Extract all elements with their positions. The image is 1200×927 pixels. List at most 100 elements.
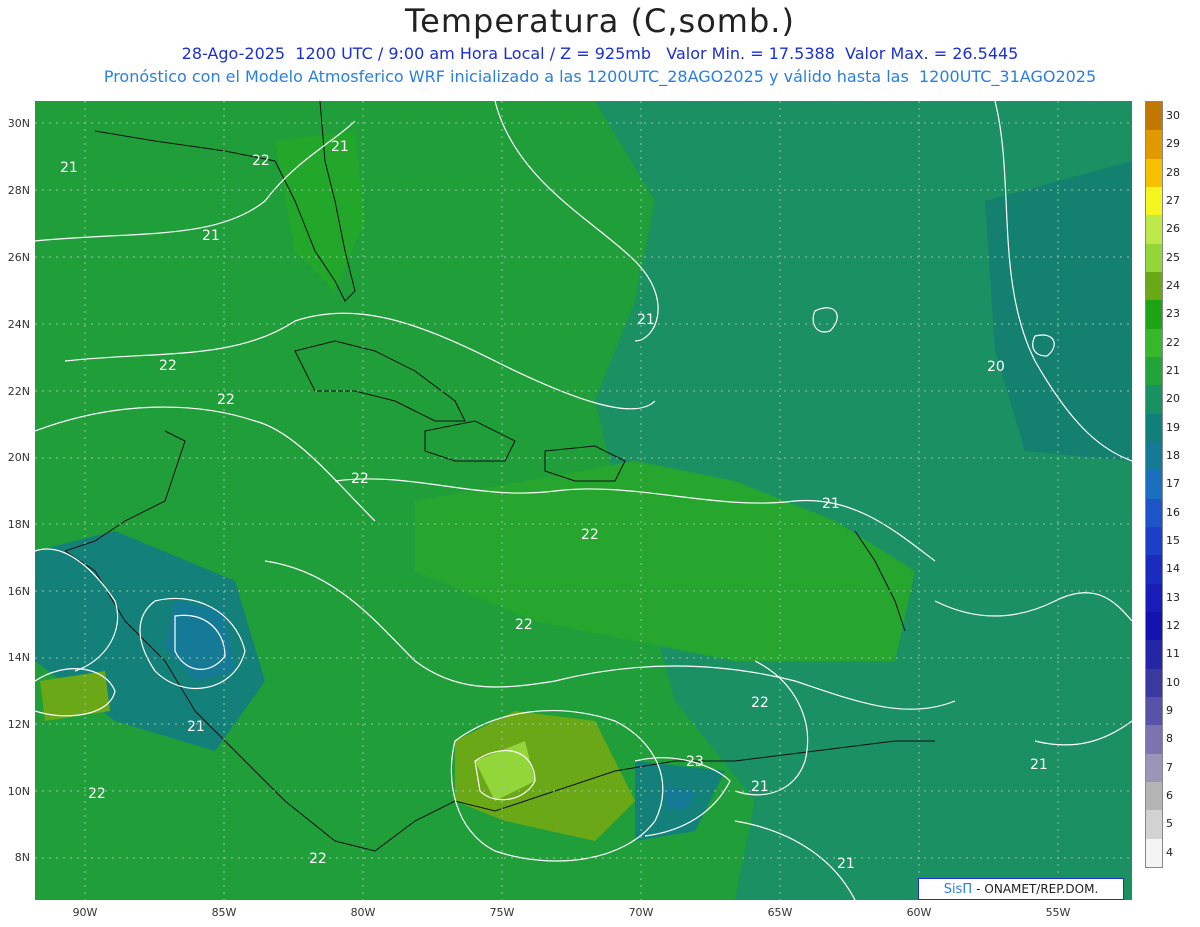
colorbar-swatch — [1146, 385, 1162, 414]
colorbar-swatch — [1146, 470, 1162, 499]
colorbar-swatch — [1146, 215, 1162, 244]
colorbar-swatch — [1146, 753, 1162, 782]
colorbar-swatch — [1146, 611, 1162, 641]
colorbar-label: 10 — [1166, 675, 1180, 689]
contour-label: 22 — [88, 786, 106, 802]
lat-label: 30N — [7, 117, 30, 130]
colorbar-swatch — [1146, 328, 1162, 357]
contour-label: 21 — [187, 719, 205, 735]
contour-label: 22 — [581, 527, 599, 543]
sispi-logo-text: SisΠ — [943, 882, 973, 897]
colorbar-label: 14 — [1166, 562, 1180, 576]
lon-label: 75W — [489, 906, 515, 919]
colorbar-label: 19 — [1166, 420, 1180, 434]
contour-label: 22 — [351, 471, 369, 487]
credit-box: SisΠ - ONAMET/REP.DOM. — [918, 878, 1124, 900]
colorbar-swatch — [1146, 810, 1162, 839]
lat-label: 12N — [7, 718, 30, 731]
colorbar-swatch — [1146, 186, 1162, 216]
map-title: Temperatura (C,somb.) — [405, 2, 795, 40]
colorbar-label: 7 — [1166, 760, 1173, 774]
colorbar-label: 12 — [1166, 618, 1180, 632]
contour-label: 21 — [60, 160, 78, 176]
colorbar-label: 16 — [1166, 505, 1180, 519]
colorbar-label: 4 — [1166, 845, 1173, 859]
colombia-warm — [455, 711, 635, 841]
colorbar-swatch — [1146, 243, 1162, 272]
lon-label: 80W — [350, 906, 376, 919]
lon-label: 55W — [1045, 906, 1071, 919]
subtitle-line-1: 28-Ago-2025 1200 UTC / 9:00 am Hora Loca… — [181, 44, 1019, 63]
colorbar-swatch — [1146, 668, 1162, 697]
subtitle-line-2: Pronóstico con el Modelo Atmosferico WRF… — [103, 67, 1097, 86]
colorbar-label: 24 — [1166, 278, 1180, 292]
colorbar-label: 6 — [1166, 788, 1173, 802]
colorbar-label: 23 — [1166, 307, 1180, 321]
colorbar-swatch — [1146, 130, 1162, 159]
contour-label: 23 — [686, 754, 704, 770]
lon-label: 60W — [906, 906, 932, 919]
colorbar-swatch — [1146, 271, 1162, 301]
colorbar-swatch — [1146, 696, 1162, 726]
colorbar-swatch — [1146, 498, 1162, 527]
colorbar-label: 13 — [1166, 590, 1180, 604]
lon-label: 90W — [72, 906, 98, 919]
contour-label: 21 — [637, 312, 655, 328]
lon-label: 70W — [628, 906, 654, 919]
lat-label: 8N — [14, 851, 30, 864]
colorbar-label: 26 — [1166, 222, 1180, 236]
contour-label: 22 — [515, 617, 533, 633]
colorbar-label: 28 — [1166, 165, 1180, 179]
colorbar-label: 11 — [1166, 647, 1180, 661]
colorbar-label: 9 — [1166, 703, 1173, 717]
lat-label: 10N — [7, 785, 30, 798]
contour-label: 22 — [751, 695, 769, 711]
lat-label: 28N — [7, 184, 30, 197]
colorbar-swatch — [1146, 102, 1162, 131]
colorbar-label: 25 — [1166, 250, 1180, 264]
colorbar-label: 18 — [1166, 448, 1180, 462]
lon-label: 65W — [767, 906, 793, 919]
lat-label: 24N — [7, 318, 30, 331]
colorbar-swatch — [1146, 583, 1162, 612]
lon-label: 85W — [211, 906, 237, 919]
contour-label: 22 — [309, 851, 327, 867]
lat-label: 26N — [7, 251, 30, 264]
lat-label: 22N — [7, 385, 30, 398]
colorbar-swatch — [1146, 781, 1162, 811]
contour-label: 22 — [217, 392, 235, 408]
colorbar-swatch — [1146, 300, 1162, 329]
colorbar-swatch — [1146, 725, 1162, 754]
onamet-credit: - ONAMET/REP.DOM. — [976, 882, 1099, 896]
contour-label: 21 — [751, 779, 769, 795]
contour-label: 21 — [331, 139, 349, 155]
colorbar-swatch — [1146, 640, 1162, 669]
colorbar-label: 17 — [1166, 477, 1180, 491]
temperature-colorbar — [1145, 101, 1163, 868]
colorbar-swatch — [1146, 158, 1162, 187]
lat-label: 16N — [7, 585, 30, 598]
map-canvas: 21 22 21 21 21 22 22 22 20 21 22 22 21 2… — [35, 101, 1132, 900]
colorbar-label: 21 — [1166, 363, 1180, 377]
florida-warm-zone — [275, 131, 365, 291]
colorbar-swatch — [1146, 838, 1162, 867]
colorbar-label: 5 — [1166, 817, 1173, 831]
colorbar-label: 22 — [1166, 335, 1180, 349]
colorbar-label: 15 — [1166, 533, 1180, 547]
contour-label: 22 — [159, 358, 177, 374]
colorbar-swatch — [1146, 526, 1162, 556]
colorbar-label: 30 — [1166, 109, 1180, 122]
contour-label: 22 — [252, 153, 270, 169]
temperature-map: 21 22 21 21 21 22 22 22 20 21 22 22 21 2… — [35, 101, 1132, 900]
colorbar-swatch — [1146, 555, 1162, 584]
colorbar-label: 27 — [1166, 193, 1180, 207]
colorbar-label: 8 — [1166, 732, 1173, 746]
lat-label: 14N — [7, 651, 30, 664]
lat-label: 18N — [7, 518, 30, 531]
colorbar-swatch — [1146, 413, 1162, 442]
contour-label: 21 — [1030, 757, 1048, 773]
central-america-cool — [35, 531, 265, 751]
colorbar-swatch — [1146, 441, 1162, 471]
nicaragua-warm — [40, 671, 110, 721]
colorbar-swatch — [1146, 356, 1162, 386]
